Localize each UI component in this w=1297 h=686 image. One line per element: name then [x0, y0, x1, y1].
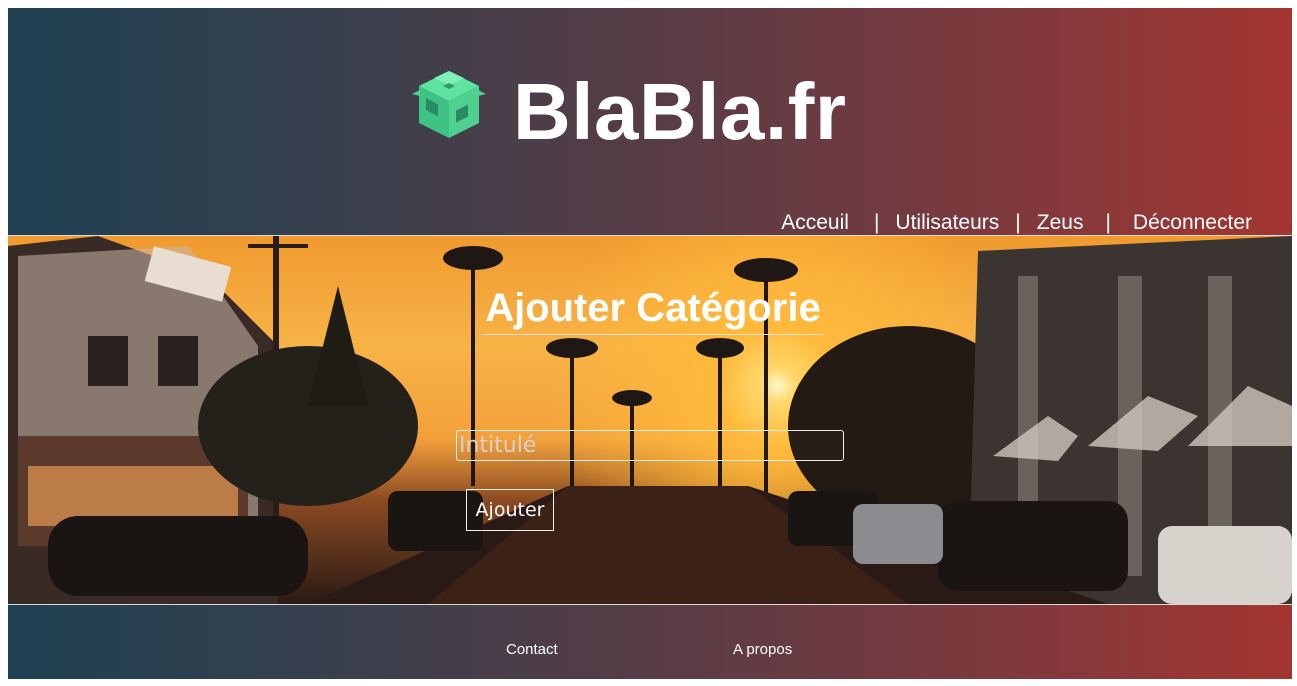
nav-link-deconnecter[interactable]: Déconnecter	[1133, 211, 1252, 235]
main-nav: Acceuil | Utilisateurs | Zeus | Déconnec…	[781, 210, 1252, 236]
nav-link-zeus[interactable]: Zeus	[1037, 211, 1084, 235]
footer-link-a-propos[interactable]: A propos	[733, 641, 792, 658]
nav-link-utilisateurs[interactable]: Utilisateurs	[895, 211, 999, 235]
page-frame: BlaBla.fr Acceuil | Utilisateurs | Zeus …	[8, 8, 1292, 679]
nav-link-acceuil[interactable]: Acceuil	[781, 211, 849, 235]
hero-background: Ajouter Catégorie Ajouter	[8, 236, 1292, 604]
intitule-input[interactable]	[456, 430, 844, 461]
nav-separator: |	[873, 211, 880, 234]
cube-logo-icon[interactable]	[412, 68, 486, 142]
site-footer: Contact A propos	[8, 604, 1292, 679]
nav-separator: |	[1015, 211, 1021, 234]
site-header: BlaBla.fr Acceuil | Utilisateurs | Zeus …	[8, 8, 1292, 236]
page-title: Ajouter Catégorie	[482, 286, 824, 335]
site-title: BlaBla.fr	[513, 67, 847, 156]
nav-separator: |	[1105, 211, 1111, 234]
ajouter-button[interactable]: Ajouter	[466, 489, 554, 531]
footer-link-contact[interactable]: Contact	[506, 641, 558, 658]
